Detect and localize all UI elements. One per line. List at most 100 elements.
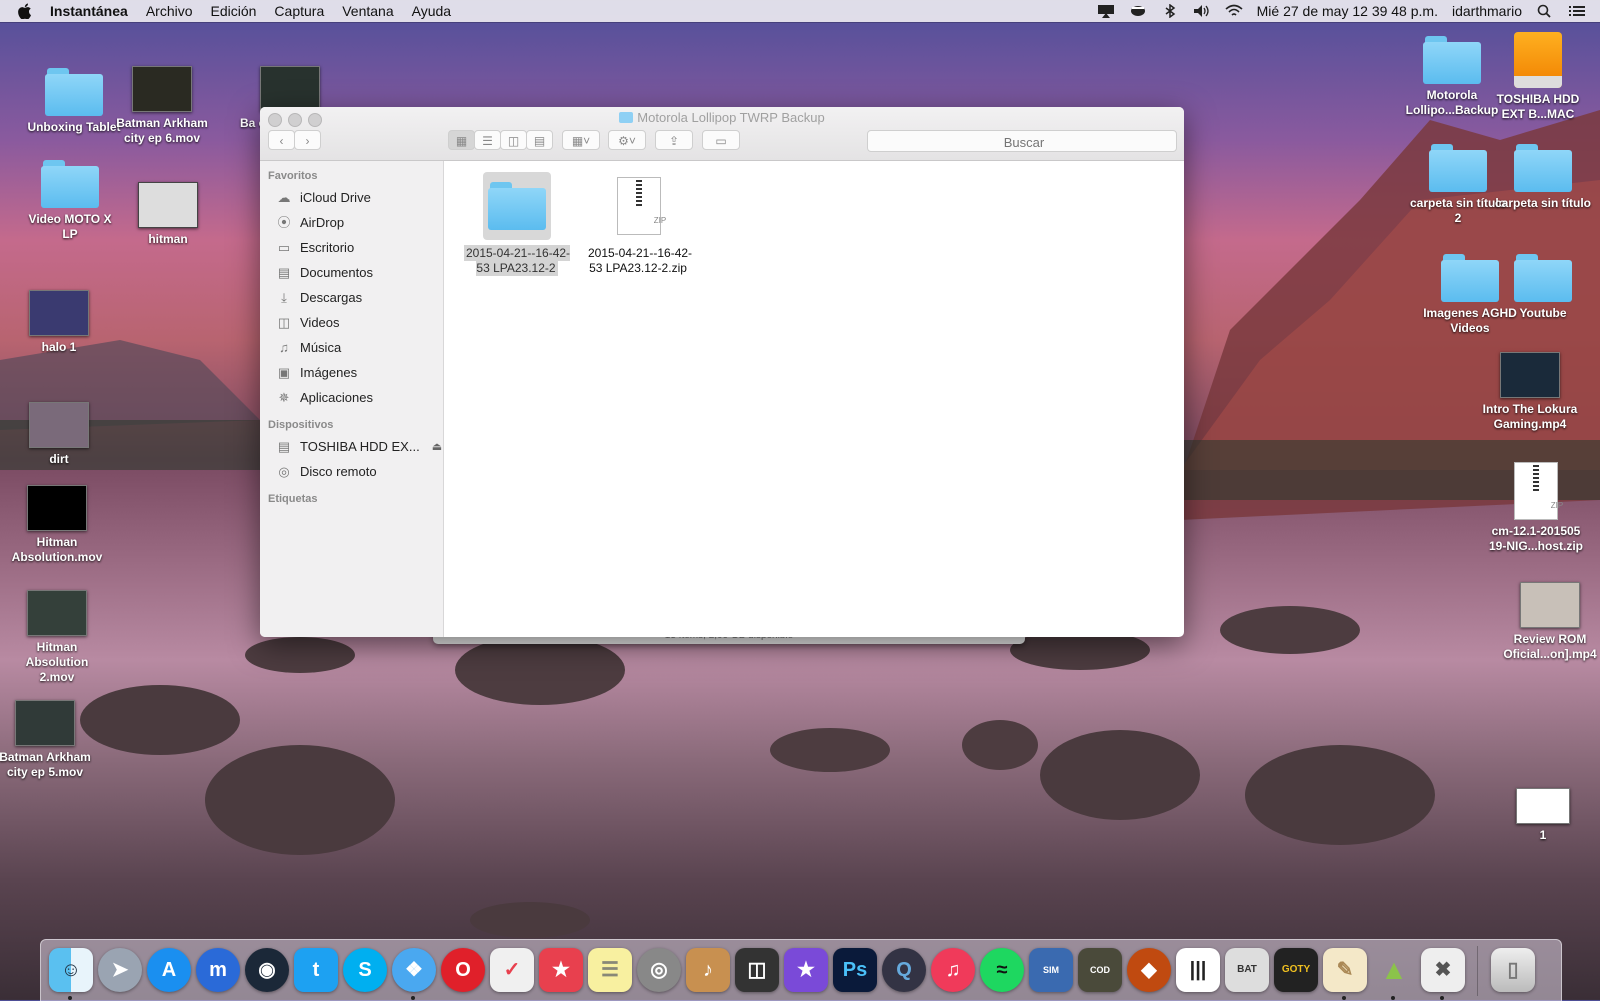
app-store-icon[interactable]: A bbox=[147, 948, 191, 992]
tags-button[interactable]: ▭ bbox=[702, 130, 740, 150]
desktop-item[interactable]: Video MOTO X LP bbox=[20, 160, 120, 242]
dock-separator bbox=[1477, 946, 1478, 996]
finder-window[interactable]: Motorola Lollipop TWRP Backup ‹ › ▦ ☰ ◫ … bbox=[260, 107, 1184, 637]
desktop-item[interactable]: Batman Arkham city ep 5.mov bbox=[0, 700, 95, 780]
maxthon-icon[interactable]: m bbox=[196, 948, 240, 992]
garageband-icon[interactable]: ♪ bbox=[686, 948, 730, 992]
sidebar-item-imagenes[interactable]: ▣ Imágenes bbox=[260, 360, 443, 385]
game-icon[interactable]: ◆ bbox=[1127, 948, 1171, 992]
forward-button[interactable]: › bbox=[294, 130, 321, 150]
menu-ventana[interactable]: Ventana bbox=[342, 3, 393, 19]
launchpad-icon[interactable]: ➤ bbox=[98, 948, 142, 992]
finder-content[interactable]: 2015-04-21--16-42-53 LPA23.12-2 ZIP 2015… bbox=[444, 161, 1184, 637]
folder-icon bbox=[41, 160, 99, 208]
itunes-icon[interactable]: ♫ bbox=[931, 948, 975, 992]
opera-icon[interactable]: O bbox=[441, 948, 485, 992]
disk-utility-icon[interactable]: ◎ bbox=[637, 948, 681, 992]
sidebar-item-aplicaciones[interactable]: ✵ Aplicaciones bbox=[260, 385, 443, 410]
desktop-item[interactable]: Hitman Absolution 2.mov bbox=[7, 590, 107, 685]
desktop-item[interactable]: carpeta sin título bbox=[1493, 144, 1593, 211]
sidebar-item-disco-remoto[interactable]: ◎ Disco remoto bbox=[260, 459, 443, 484]
sidebar-item-descargas[interactable]: ⤓ Descargas bbox=[260, 285, 443, 310]
desktop-item[interactable]: Review ROM Oficial...on].mp4 bbox=[1500, 582, 1600, 662]
skype-icon[interactable]: S bbox=[343, 948, 387, 992]
arrange-button[interactable]: ▦˅ bbox=[562, 130, 600, 150]
desktop-item-label: halo 1 bbox=[41, 340, 77, 354]
bookmark-icon[interactable]: ★ bbox=[539, 948, 583, 992]
notification-list-icon[interactable] bbox=[1568, 4, 1586, 18]
desktop-item-label: dirt bbox=[49, 452, 69, 466]
desktop-item[interactable]: Intro The Lokura Gaming.mp4 bbox=[1480, 352, 1580, 432]
sidebar-item-videos[interactable]: ◫ Videos bbox=[260, 310, 443, 335]
photoshop-icon[interactable]: Ps bbox=[833, 948, 877, 992]
twitter-icon[interactable]: t bbox=[294, 948, 338, 992]
bluetooth-icon[interactable] bbox=[1161, 4, 1179, 18]
sidebar-item-airdrop[interactable]: ⦿ AirDrop bbox=[260, 210, 443, 235]
icon-view-button[interactable]: ▦ bbox=[448, 130, 475, 150]
desktop-item[interactable]: Batman Arkham city ep 6.mov bbox=[112, 66, 212, 146]
android-icon[interactable]: ▲ bbox=[1372, 948, 1416, 992]
search-input[interactable] bbox=[868, 131, 1180, 153]
desktop-item[interactable]: 1 bbox=[1493, 788, 1593, 843]
running-indicator bbox=[1391, 996, 1395, 1000]
list-view-button[interactable]: ☰ bbox=[474, 130, 501, 150]
desktop-item[interactable]: Youtube bbox=[1493, 254, 1593, 321]
apple-menu-icon[interactable] bbox=[18, 3, 34, 19]
menubar-user[interactable]: idarthmario bbox=[1452, 3, 1522, 19]
disk-icon: ▤ bbox=[277, 438, 291, 454]
desktop-item[interactable]: Motorola Lollipo...Backup bbox=[1402, 36, 1502, 118]
back-button[interactable]: ‹ bbox=[268, 130, 295, 150]
menu-edicion[interactable]: Edición bbox=[211, 3, 257, 19]
sidebar-item-icloud-drive[interactable]: ☁ iCloud Drive bbox=[260, 185, 443, 210]
coffee-icon[interactable] bbox=[1129, 4, 1147, 18]
finder-titlebar[interactable]: Motorola Lollipop TWRP Backup ‹ › ▦ ☰ ◫ … bbox=[260, 107, 1184, 161]
notes-icon[interactable]: ☰ bbox=[588, 948, 632, 992]
tag-icon: ▭ bbox=[715, 134, 727, 148]
desktop-item[interactable]: dirt bbox=[9, 402, 109, 467]
desktop-item[interactable]: Hitman Absolution.mov bbox=[7, 485, 107, 565]
action-button[interactable]: ⚙˅ bbox=[608, 130, 646, 150]
desktop-item[interactable]: Unboxing Tablet bbox=[24, 68, 124, 135]
menu-app-name[interactable]: Instantánea bbox=[50, 3, 128, 19]
utility-icon[interactable]: ✖ bbox=[1421, 948, 1465, 992]
imovie-icon[interactable]: ★ bbox=[784, 948, 828, 992]
cover-flow-button[interactable]: ▤ bbox=[526, 130, 553, 150]
sidebar-header-devices: Dispositivos bbox=[268, 419, 334, 431]
finder-icon[interactable]: ☺ bbox=[49, 948, 93, 992]
simcity-icon[interactable]: SIM bbox=[1029, 948, 1073, 992]
spotify-icon[interactable]: ≈ bbox=[980, 948, 1024, 992]
safari-icon[interactable]: ❖ bbox=[392, 948, 436, 992]
sidebar-item-escritorio[interactable]: ▭ Escritorio bbox=[260, 235, 443, 260]
file-item[interactable]: 2015-04-21--16-42-53 LPA23.12-2 bbox=[458, 172, 576, 276]
final-cut-icon[interactable]: ◫ bbox=[735, 948, 779, 992]
sidebar-item-toshiba[interactable]: ▤ TOSHIBA HDD EX... ⏏ bbox=[260, 434, 443, 459]
airplay-icon[interactable] bbox=[1097, 4, 1115, 18]
eject-icon[interactable]: ⏏ bbox=[432, 440, 442, 453]
sidebar-item-musica[interactable]: ♫ Música bbox=[260, 335, 443, 360]
wifi-icon[interactable] bbox=[1225, 4, 1243, 18]
search-box[interactable] bbox=[867, 130, 1180, 153]
menu-ayuda[interactable]: Ayuda bbox=[412, 3, 451, 19]
call-of-duty-icon[interactable]: COD bbox=[1078, 948, 1122, 992]
batman-goty-icon[interactable]: GOTY bbox=[1274, 948, 1318, 992]
desktop-item[interactable]: TOSHIBA HDD EXT B...MAC bbox=[1488, 32, 1588, 122]
sidebar-item-documentos[interactable]: ▤ Documentos bbox=[260, 260, 443, 285]
textedit-icon[interactable]: ✎ bbox=[1323, 948, 1367, 992]
desktop-item[interactable]: hitman bbox=[118, 182, 218, 247]
menu-captura[interactable]: Captura bbox=[274, 3, 324, 19]
menubar-clock[interactable]: Mié 27 de may 12 39 48 p.m. bbox=[1257, 3, 1438, 19]
batman-arkham-icon[interactable]: BAT bbox=[1225, 948, 1269, 992]
spotlight-search-icon[interactable] bbox=[1536, 4, 1554, 18]
menu-archivo[interactable]: Archivo bbox=[146, 3, 193, 19]
steam-icon[interactable]: ◉ bbox=[245, 948, 289, 992]
barcode-icon[interactable]: ||| bbox=[1176, 948, 1220, 992]
pocket-icon[interactable]: ✓ bbox=[490, 948, 534, 992]
column-view-button[interactable]: ◫ bbox=[500, 130, 527, 150]
trash-icon[interactable]: ▯ bbox=[1491, 948, 1535, 992]
share-button[interactable]: ⇪ bbox=[655, 130, 693, 150]
volume-icon[interactable] bbox=[1193, 4, 1211, 18]
quicktime-icon[interactable]: Q bbox=[882, 948, 926, 992]
file-item[interactable]: ZIP 2015-04-21--16-42-53 LPA23.12-2.zip bbox=[580, 172, 698, 276]
desktop-item[interactable]: halo 1 bbox=[9, 290, 109, 355]
desktop-item[interactable]: ZIP cm-12.1-201505 19-NIG...host.zip bbox=[1486, 462, 1586, 554]
